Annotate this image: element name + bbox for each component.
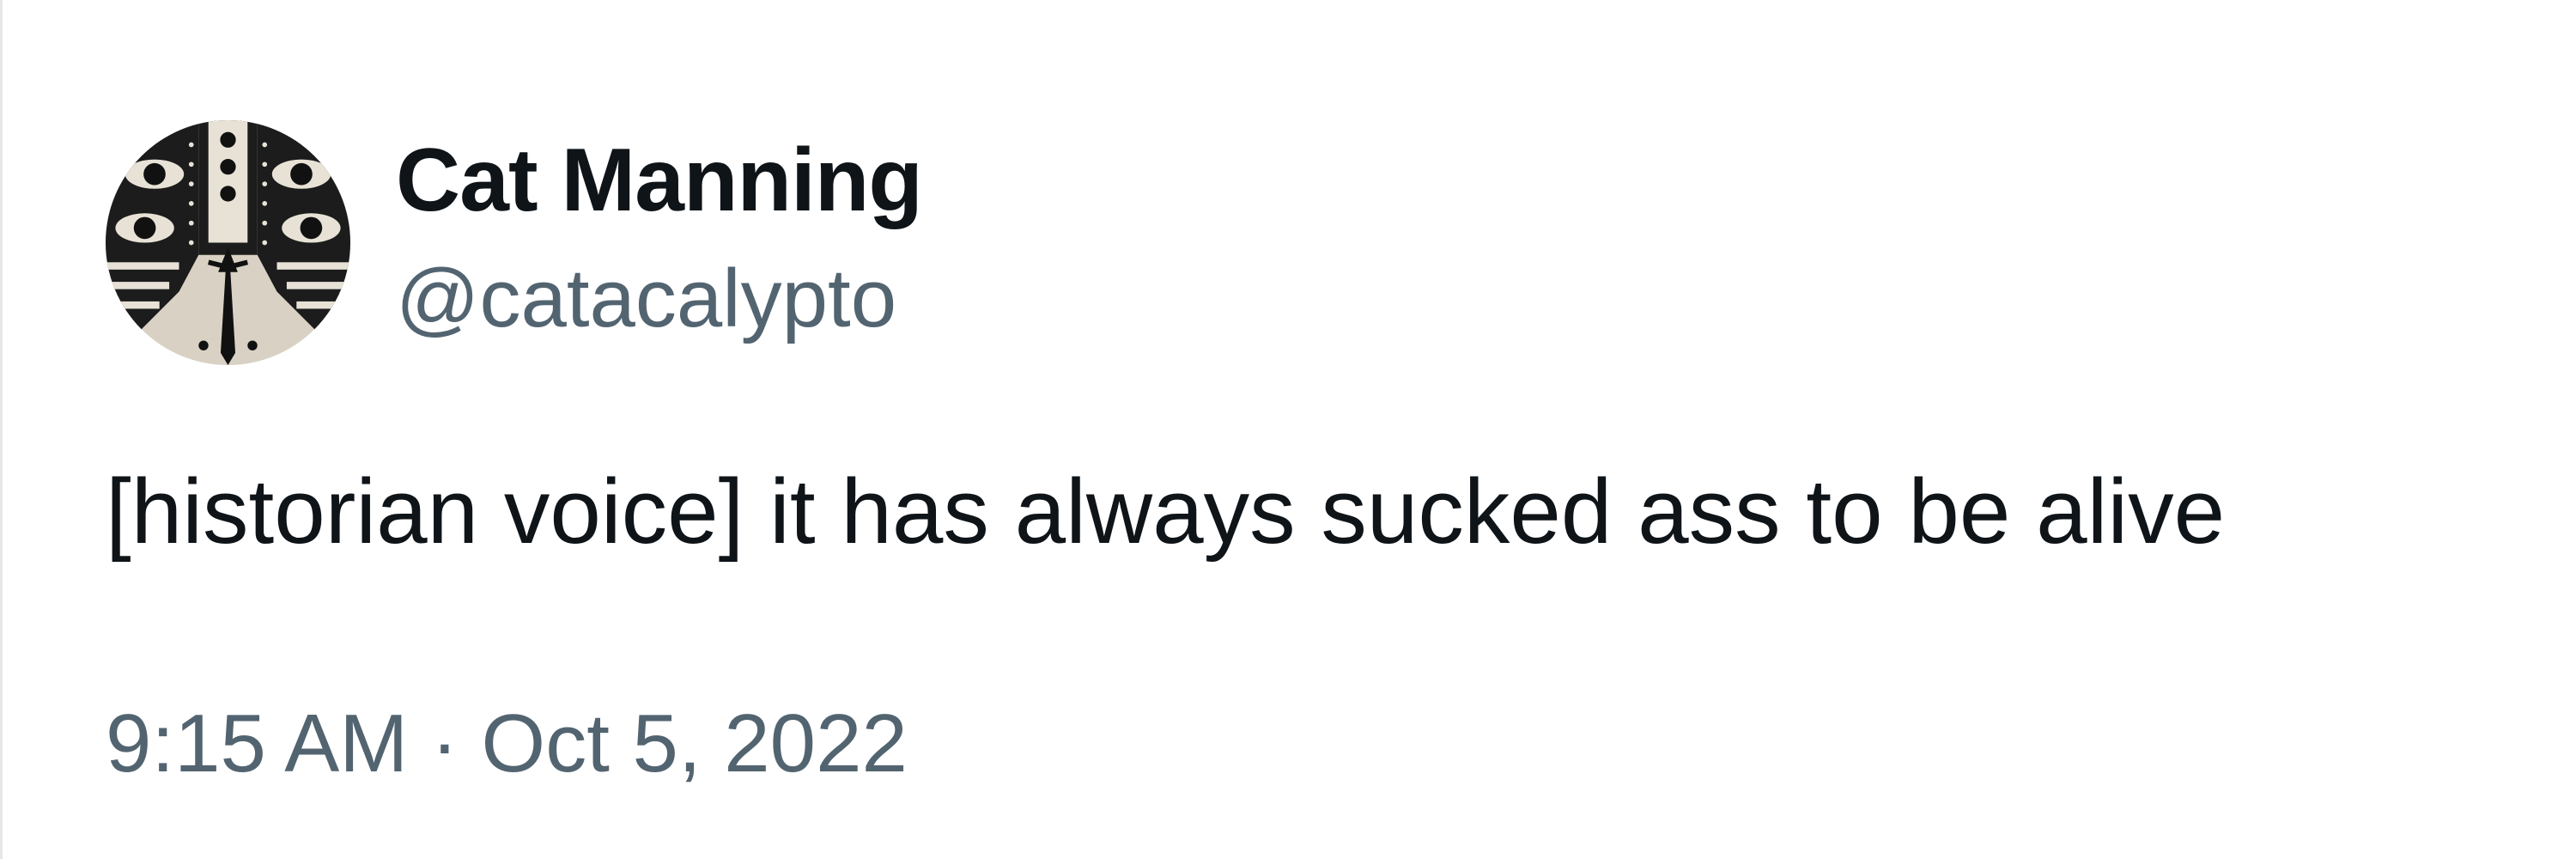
tweet-timestamp[interactable]: 9:15 AM · Oct 5, 2022 xyxy=(106,694,908,794)
tribal-mask-avatar-icon xyxy=(106,120,350,365)
author-display-name[interactable]: Cat Manning xyxy=(396,129,923,232)
author-handle[interactable]: @catacalypto xyxy=(396,249,896,349)
avatar[interactable] xyxy=(106,120,350,365)
tweet-text: [historian voice] it has always sucked a… xyxy=(106,460,2226,563)
tweet-card: Cat Manning @catacalypto [historian voic… xyxy=(0,0,2576,859)
